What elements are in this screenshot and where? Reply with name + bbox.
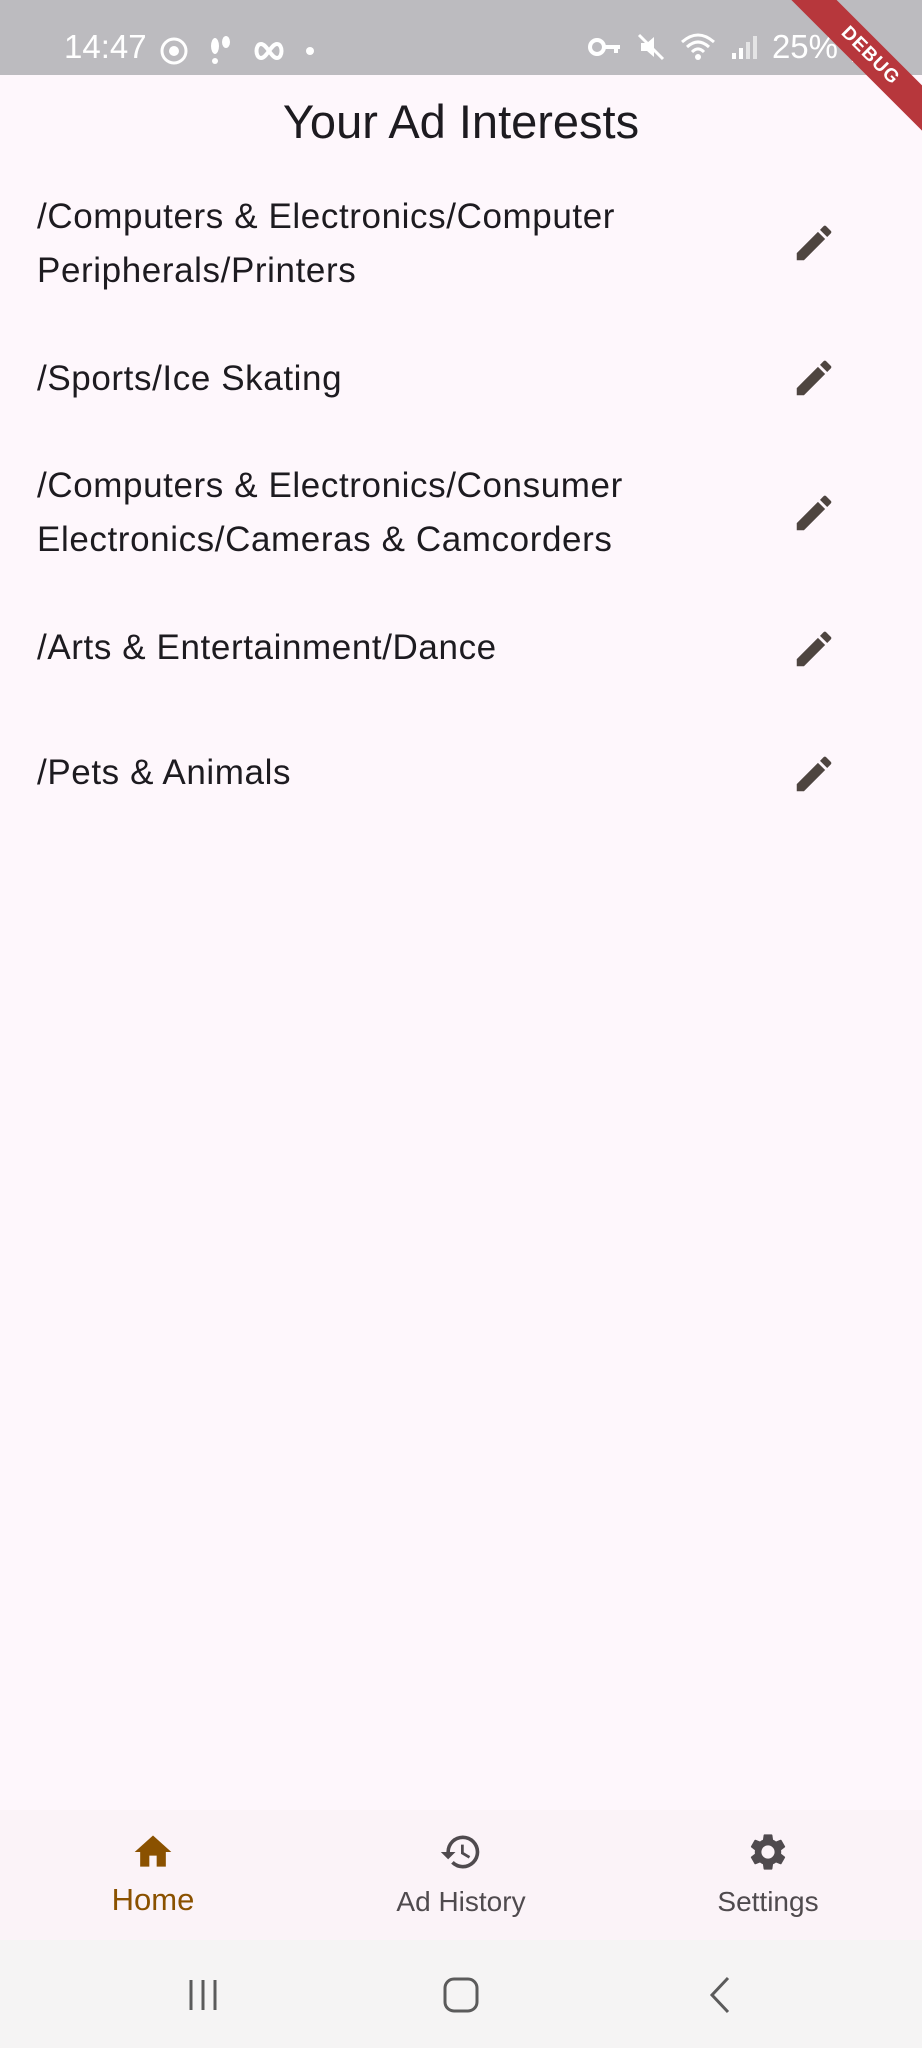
history-icon	[440, 1835, 480, 1869]
nav-item-settings[interactable]: Settings	[668, 1810, 868, 1940]
interest-label: /Computers & Electronics/Consumer Electr…	[37, 466, 623, 559]
list-item: /Computers & Electronics/Consumer Electr…	[0, 459, 922, 571]
interest-label: /Computers & Electronics/Computer Periph…	[37, 197, 616, 290]
edit-button[interactable]	[786, 485, 842, 541]
back-icon[interactable]	[696, 1970, 746, 2020]
interest-label: /Sports/Ice Skating	[37, 359, 343, 398]
page-title: Your Ad Interests	[282, 95, 640, 148]
bottom-navigation: Home Ad History Settings	[0, 1810, 922, 1940]
list-item: /Arts & Entertainment/Dance	[0, 621, 922, 677]
status-bar: 14:47 25%	[0, 0, 922, 75]
nav-label-settings: Settings	[717, 1886, 819, 1917]
list-item: /Sports/Ice Skating	[0, 352, 922, 408]
notification-icons	[160, 36, 316, 66]
home-icon	[134, 1835, 172, 1867]
infinity-icon	[254, 41, 284, 61]
nav-label-ad-history: Ad History	[396, 1886, 526, 1917]
edit-icon	[796, 756, 832, 792]
status-time: 14:47	[64, 28, 147, 65]
edit-icon	[796, 225, 832, 261]
list-item: /Computers & Electronics/Computer Periph…	[0, 190, 922, 302]
home-button-icon[interactable]	[436, 1970, 486, 2020]
nav-label-home: Home	[111, 1882, 195, 1917]
edit-button[interactable]	[786, 746, 842, 802]
notification-app-icon	[160, 37, 188, 65]
edit-button[interactable]	[786, 350, 842, 406]
nav-item-home[interactable]: Home	[53, 1810, 253, 1940]
dot-icon	[306, 47, 314, 55]
mute-icon	[637, 33, 664, 60]
interest-label: /Arts & Entertainment/Dance	[37, 628, 497, 667]
edit-icon	[796, 360, 832, 396]
interest-label: /Pets & Animals	[37, 753, 292, 792]
steps-icon	[211, 36, 230, 64]
key-icon	[587, 37, 620, 56]
signal-icon	[731, 35, 757, 59]
recent-apps-icon[interactable]	[178, 1970, 228, 2020]
edit-button[interactable]	[786, 621, 842, 677]
edit-icon	[796, 631, 832, 667]
edit-button[interactable]	[786, 215, 842, 271]
list-item: /Pets & Animals	[0, 746, 922, 802]
gear-icon	[750, 1834, 786, 1870]
nav-item-ad-history[interactable]: Ad History	[361, 1810, 561, 1940]
wifi-icon	[680, 33, 715, 60]
system-navigation-bar	[0, 1940, 922, 2048]
edit-icon	[796, 495, 832, 531]
